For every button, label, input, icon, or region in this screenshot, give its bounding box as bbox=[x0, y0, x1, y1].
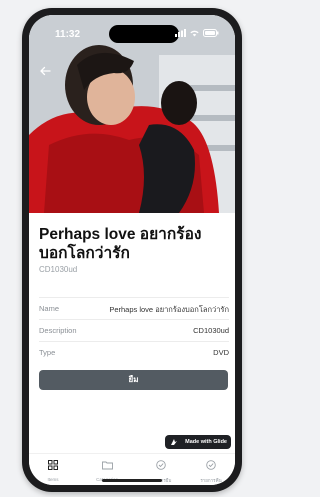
back-arrow-icon bbox=[40, 66, 51, 76]
app-screen: 11:32 Perhaps love อยากร้องบอกโลกว่ารัก … bbox=[29, 15, 235, 485]
tab-label: Items bbox=[47, 477, 59, 482]
glide-badge-label: Made with Glide bbox=[185, 439, 227, 445]
status-time: 11:32 bbox=[55, 29, 81, 40]
dynamic-island bbox=[109, 25, 179, 43]
tab-items[interactable]: Items bbox=[33, 457, 73, 482]
tab-label: รายการคืน bbox=[200, 478, 222, 483]
detail-row-description: Description CD1030ud bbox=[39, 319, 229, 340]
product-title: Perhaps love อยากร้องบอกโลกว่ารัก bbox=[39, 226, 202, 262]
detail-label: Type bbox=[39, 348, 56, 357]
made-with-glide-badge[interactable]: Made with Glide bbox=[165, 435, 231, 449]
detail-value: DVD bbox=[213, 348, 229, 357]
phone-frame: 11:32 Perhaps love อยากร้องบอกโลกว่ารัก … bbox=[22, 8, 242, 492]
detail-row-type: Type DVD bbox=[39, 341, 229, 362]
detail-value: CD1030ud bbox=[193, 326, 229, 335]
check-circle-icon bbox=[206, 460, 216, 470]
home-indicator bbox=[102, 479, 162, 482]
detail-row-name: Name Perhaps love อยากร้องบอกโลกว่ารัก bbox=[39, 297, 229, 318]
borrow-button[interactable]: ยืม bbox=[39, 370, 228, 390]
signal-icon bbox=[175, 29, 186, 37]
product-code: CD1030ud bbox=[39, 265, 78, 274]
wifi-icon bbox=[190, 30, 199, 37]
status-bar: 11:32 bbox=[29, 15, 235, 47]
tab-return-list[interactable]: รายการคืน bbox=[191, 457, 231, 484]
detail-label: Description bbox=[39, 326, 77, 335]
folder-icon bbox=[101, 461, 113, 470]
check-circle-icon bbox=[156, 460, 166, 470]
battery-icon bbox=[203, 29, 219, 37]
grid-icon bbox=[48, 460, 58, 470]
back-button[interactable] bbox=[39, 63, 51, 81]
detail-label: Name bbox=[39, 304, 60, 313]
glide-logo-icon bbox=[171, 439, 177, 445]
status-icons bbox=[175, 29, 219, 37]
detail-value: Perhaps love อยากร้องบอกโลกว่ารัก bbox=[109, 305, 229, 314]
